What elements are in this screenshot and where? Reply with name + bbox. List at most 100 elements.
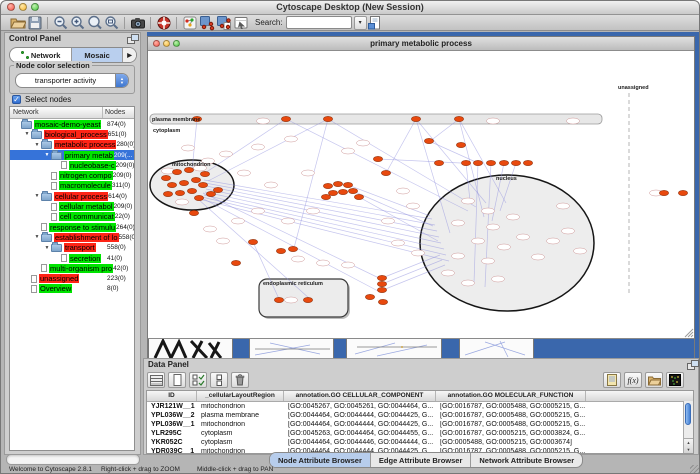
network-node[interactable]: [276, 248, 285, 253]
network-node[interactable]: [348, 188, 357, 193]
network-node[interactable]: [163, 191, 172, 196]
zoom-fit-icon[interactable]: [103, 15, 120, 31]
new-attribute-icon[interactable]: [168, 372, 186, 388]
column-header[interactable]: _cellularLayoutRegion: [197, 391, 284, 401]
tab-network[interactable]: Network: [10, 48, 72, 62]
network-canvas-container[interactable]: plasma membranecytoplasmmitochondrionnuc…: [148, 51, 694, 338]
select-attributes-icon[interactable]: [189, 372, 207, 388]
network-label-node[interactable]: [482, 208, 495, 214]
tree-row[interactable]: secretion41(0): [10, 253, 134, 263]
network-label-node[interactable]: [547, 238, 560, 244]
network-node[interactable]: [378, 299, 387, 304]
network-label-node[interactable]: [357, 140, 370, 146]
attribute-matrix-icon[interactable]: [666, 372, 684, 388]
control-panel-float-icon[interactable]: [127, 34, 137, 43]
network-label-node[interactable]: [492, 276, 505, 282]
tree-row[interactable]: ▼transport558(0): [10, 243, 134, 253]
network-node[interactable]: [281, 116, 290, 121]
network-label-node[interactable]: [452, 220, 465, 226]
tree-row[interactable]: response to stimulu264(0): [10, 222, 134, 232]
tree-row[interactable]: ▼metabolic process280(0): [10, 140, 134, 150]
network-label-node[interactable]: [557, 203, 570, 209]
tree-row[interactable]: nucleobase-c209(0): [10, 160, 134, 170]
network-node[interactable]: [189, 210, 198, 215]
unselect-attributes-icon[interactable]: [210, 372, 228, 388]
tab-node-attribute-browser[interactable]: Node Attribute Browser: [270, 453, 371, 467]
network-node[interactable]: [206, 191, 215, 196]
network-label-node[interactable]: [574, 248, 587, 254]
zoom-in-icon[interactable]: [69, 15, 86, 31]
network-label-node[interactable]: [217, 238, 230, 244]
merge-networks-icon[interactable]: [198, 15, 215, 31]
network-label-node[interactable]: [452, 253, 465, 259]
network-node[interactable]: [523, 160, 532, 165]
network-node[interactable]: [323, 116, 332, 121]
network-label-node[interactable]: [487, 224, 500, 230]
network-label-node[interactable]: [257, 118, 270, 124]
network-label-node[interactable]: [252, 208, 265, 214]
expand-arrow-icon[interactable]: ▼: [43, 245, 51, 251]
network-node[interactable]: [321, 194, 330, 199]
data-panel-float-icon[interactable]: [687, 360, 697, 369]
network-label-node[interactable]: [285, 297, 298, 303]
network-node[interactable]: [303, 297, 312, 302]
zoom-selected-icon[interactable]: [86, 15, 103, 31]
network-node[interactable]: [678, 190, 687, 195]
network-node[interactable]: [338, 189, 347, 194]
column-header[interactable]: annotation.GO CELLULAR_COMPONENT: [284, 391, 436, 401]
tree-row[interactable]: mosaic-demo-yeast874(0): [10, 119, 134, 129]
network-label-node[interactable]: [507, 214, 520, 220]
network-node[interactable]: [213, 187, 222, 192]
network-node[interactable]: [323, 183, 332, 188]
network-node[interactable]: [456, 142, 465, 147]
function-builder-icon[interactable]: f(x): [624, 372, 642, 388]
network-node[interactable]: [231, 260, 240, 265]
network-node[interactable]: [354, 194, 363, 199]
zoom-out-icon[interactable]: [52, 15, 69, 31]
scrollbar-thumb[interactable]: [685, 403, 691, 425]
network-node[interactable]: [179, 180, 188, 185]
expand-arrow-icon[interactable]: ▼: [33, 142, 41, 148]
network-label-node[interactable]: [238, 170, 251, 176]
network-label-node[interactable]: [462, 280, 475, 286]
tree-row[interactable]: ▼cellular process614(0): [10, 191, 134, 201]
network-node[interactable]: [381, 170, 390, 175]
network-label-node[interactable]: [472, 238, 485, 244]
attribute-row[interactable]: YPL036W__2plasma membrane[GO:0044464, GO…: [147, 411, 693, 420]
network-modify-icon[interactable]: [215, 15, 232, 31]
tree-row[interactable]: ▼biological_process651(0): [10, 129, 134, 139]
column-header[interactable]: annotation.GO MOLECULAR_FUNCTION: [436, 391, 586, 401]
network-node[interactable]: [377, 281, 386, 286]
attribute-table-icon[interactable]: [147, 372, 165, 388]
table-scrollbar[interactable]: ▲▼: [683, 401, 693, 453]
tree-row[interactable]: unassigned223(0): [10, 273, 134, 283]
advanced-search-icon[interactable]: [367, 15, 384, 31]
column-header[interactable]: ID: [147, 391, 197, 401]
network-node[interactable]: [377, 275, 386, 280]
tree-row[interactable]: multi-organism pro42(0): [10, 263, 134, 273]
network-label-node[interactable]: [342, 148, 355, 154]
tab-edge-attribute-browser[interactable]: Edge Attribute Browser: [371, 453, 471, 467]
network-label-node[interactable]: [442, 270, 455, 276]
network-label-node[interactable]: [397, 188, 410, 194]
network-node[interactable]: [659, 190, 668, 195]
search-input[interactable]: [286, 16, 352, 29]
tree-row[interactable]: ▼primary metab209(...: [10, 150, 134, 160]
network-label-node[interactable]: [220, 151, 233, 157]
network-label-node[interactable]: [517, 234, 530, 240]
tree-row[interactable]: ▼establishment of lo558(0): [10, 232, 134, 242]
attribute-row[interactable]: YPL036W__1mitochondrion[GO:0044464, GO:0…: [147, 420, 693, 429]
network-node[interactable]: [200, 171, 209, 176]
tree-row[interactable]: cellular metabol209(0): [10, 201, 134, 211]
tree-column-network[interactable]: Network: [10, 107, 103, 118]
network-window-titlebar[interactable]: primary metabolic process: [148, 37, 694, 51]
network-node[interactable]: [499, 160, 508, 165]
filter-icon[interactable]: [232, 15, 249, 31]
network-node[interactable]: [288, 246, 297, 251]
network-node[interactable]: [411, 116, 420, 121]
network-label-node[interactable]: [392, 240, 405, 246]
network-node[interactable]: [328, 190, 337, 195]
network-node[interactable]: [461, 160, 470, 165]
network-label-node[interactable]: [204, 226, 217, 232]
network-node[interactable]: [424, 138, 433, 143]
